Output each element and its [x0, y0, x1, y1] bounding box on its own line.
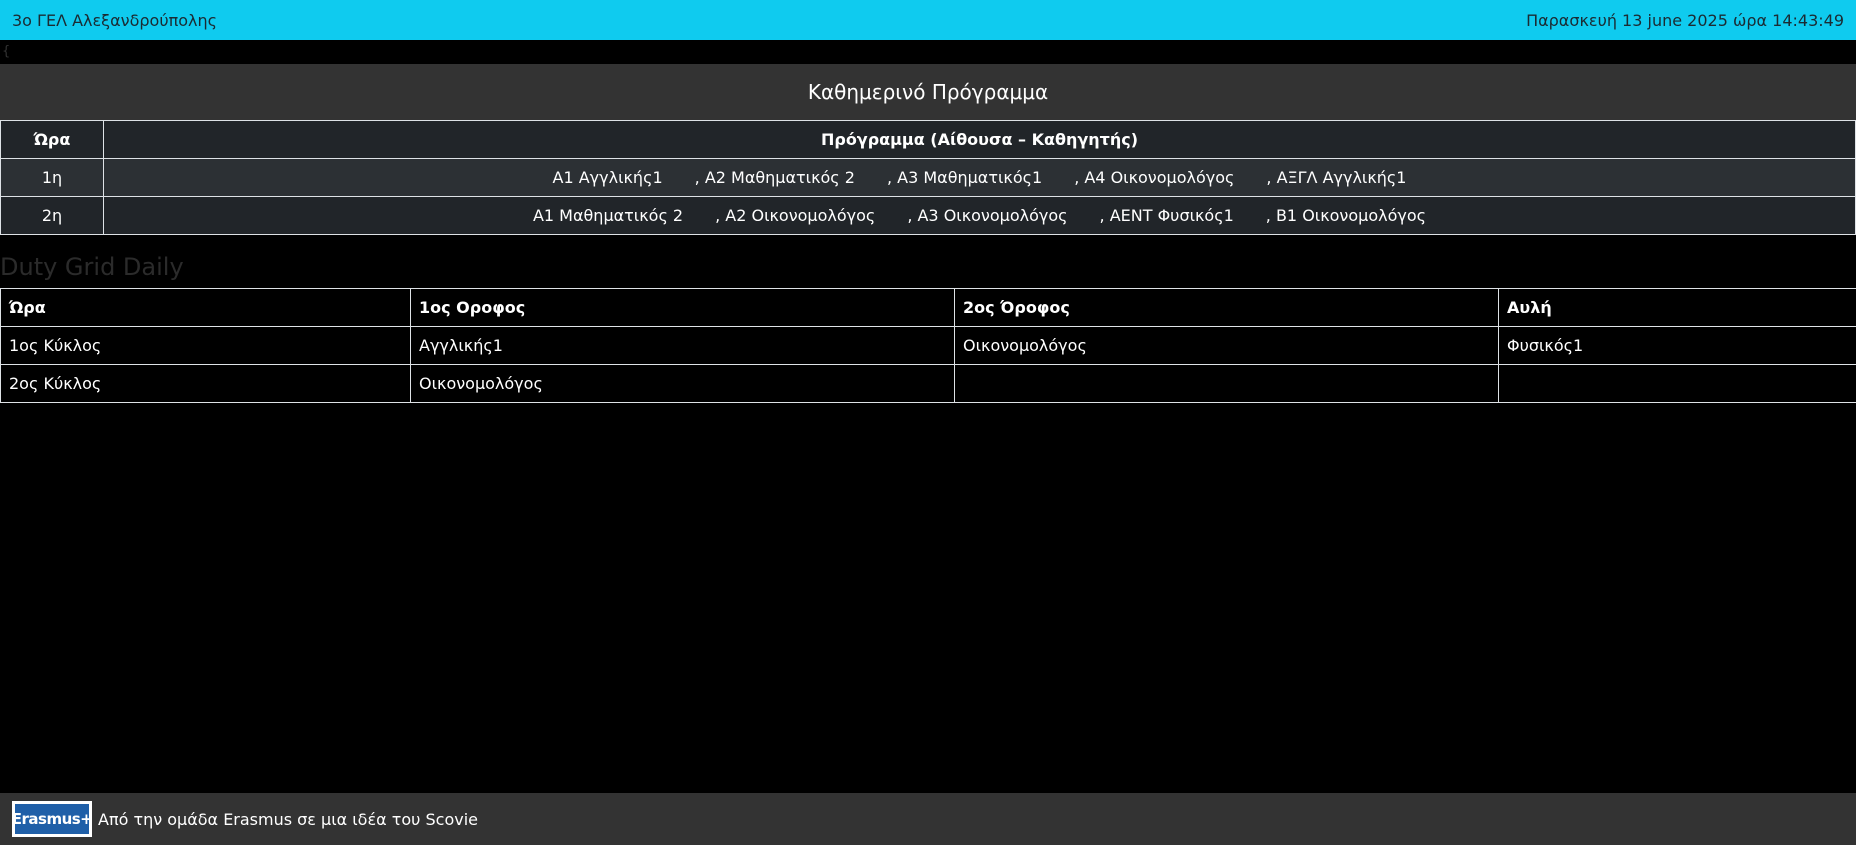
duty-header-row: Ώρα 1ος Οροφος 2ος Όροφος Αυλή — [0, 288, 1856, 327]
program-slots-cell: Α1 Μαθηματικός 2 , Α2 Οικονομολόγος , Α3 Ο… — [103, 196, 1856, 235]
top-bar: 3ο ΓΕΛ Αλεξανδρούπολης Παρασκευή 13 june… — [0, 0, 1856, 40]
school-name: 3ο ΓΕΛ Αλεξανδρούπολης — [12, 10, 217, 30]
duty-grid-heading: Duty Grid Daily — [0, 253, 184, 281]
erasmus-logo: Erasmus+ — [12, 801, 93, 837]
footer-bar: Erasmus+ Από την ομάδα Erasmus σε μια ιδ… — [0, 793, 1856, 845]
program-slot: , Α2 Οικονομολόγος — [715, 206, 876, 225]
daily-program-section: Καθημερινό Πρόγραμμα Ώρα Πρόγραμμα (Αίθο… — [0, 64, 1856, 235]
program-hour-cell: 1η — [0, 158, 104, 197]
erasmus-logo-text: Erasmus+ — [12, 804, 93, 834]
duty-col-hour: Ώρα — [0, 288, 411, 327]
program-col-hour: Ώρα — [0, 120, 104, 159]
stray-brace: { — [2, 44, 11, 59]
program-slots-cell: Α1 Αγγλικής1 , Α2 Μαθηματικός 2 , Α3 Μαθημ… — [103, 158, 1856, 197]
footer-credit: Από την ομάδα Erasmus σε μια ιδέα του Sc… — [98, 809, 479, 829]
duty-cell: Οικονομολόγος — [954, 326, 1499, 365]
current-datetime: Παρασκευή 13 june 2025 ώρα 14:43:49 — [1526, 10, 1844, 30]
program-slot: , Α2 Μαθηματικός 2 — [694, 168, 855, 187]
program-slot: Α1 Μαθηματικός 2 — [532, 206, 684, 225]
program-slot: , ΑΕΝΤ Φυσικός1 — [1099, 206, 1234, 225]
duty-col-floor2: 2ος Όροφος — [954, 288, 1499, 327]
program-title: Καθημερινό Πρόγραμμα — [0, 64, 1856, 120]
program-col-schedule: Πρόγραμμα (Αίθουσα – Καθηγητής) — [103, 120, 1856, 159]
duty-table: Ώρα 1ος Οροφος 2ος Όροφος Αυλή 1ος Κύκλο… — [0, 288, 1856, 403]
duty-col-yard: Αυλή — [1498, 288, 1856, 327]
table-row: 2η Α1 Μαθηματικός 2 , Α2 Οικονομολόγος , Α… — [0, 196, 1856, 235]
program-slot: , Α3 Μαθηματικός1 — [886, 168, 1043, 187]
duty-cell — [1498, 364, 1856, 403]
program-slot: , Α4 Οικονομολόγος — [1074, 168, 1235, 187]
program-slot: , Β1 Οικονομολόγος — [1265, 206, 1427, 225]
table-row: 2ος Κύκλος Οικονομολόγος — [0, 364, 1856, 403]
duty-col-floor1: 1ος Οροφος — [410, 288, 955, 327]
program-slot: Α1 Αγγλικής1 — [552, 168, 663, 187]
program-table: Ώρα Πρόγραμμα (Αίθουσα – Καθηγητής) 1η Α… — [0, 120, 1856, 235]
duty-cell: Οικονομολόγος — [410, 364, 955, 403]
program-slot: , ΑΞΓΛ Αγγλικής1 — [1266, 168, 1407, 187]
table-row: 1ος Κύκλος Αγγλικής1 Οικονομολόγος Φυσικ… — [0, 326, 1856, 365]
duty-cell: Αγγλικής1 — [410, 326, 955, 365]
program-header-row: Ώρα Πρόγραμμα (Αίθουσα – Καθηγητής) — [0, 120, 1856, 159]
program-slot: , Α3 Οικονομολόγος — [907, 206, 1068, 225]
duty-cell: 2ος Κύκλος — [0, 364, 411, 403]
duty-cell — [954, 364, 1499, 403]
program-hour-cell: 2η — [0, 196, 104, 235]
duty-cell: Φυσικός1 — [1498, 326, 1856, 365]
table-row: 1η Α1 Αγγλικής1 , Α2 Μαθηματικός 2 , Α3 Μα… — [0, 158, 1856, 197]
duty-cell: 1ος Κύκλος — [0, 326, 411, 365]
